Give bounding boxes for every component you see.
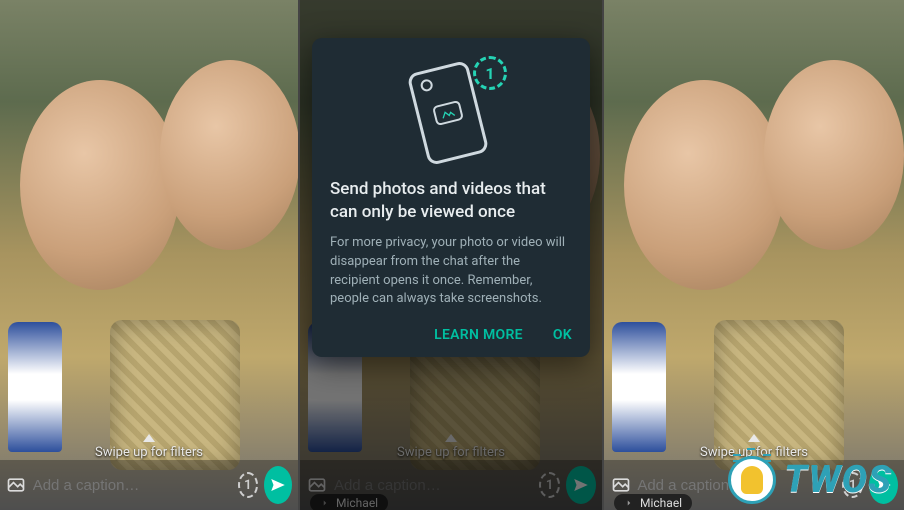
image-bubble-icon	[432, 100, 464, 126]
view-once-badge-icon: 1	[473, 56, 507, 90]
dialog-actions: LEARN MORE OK	[330, 327, 572, 343]
view-once-toggle[interactable]: 1	[238, 472, 258, 498]
swipe-up-hint: Swipe up for filters	[95, 434, 203, 460]
caption-input[interactable]	[637, 477, 836, 494]
view-once-toggle[interactable]: 1	[842, 472, 863, 498]
swipe-up-hint: Swipe up for filters	[700, 434, 808, 460]
photo-face-right	[764, 60, 904, 250]
ok-button[interactable]: OK	[553, 327, 572, 343]
photo-face-left	[624, 80, 784, 290]
dialog-title: Send photos and videos that can only be …	[330, 178, 572, 224]
screenshot-left: Swipe up for filters 1	[0, 0, 300, 510]
learn-more-button[interactable]: LEARN MORE	[434, 327, 523, 343]
view-once-dialog: 1 Send photos and videos that can only b…	[312, 38, 590, 357]
dialog-illustration: 1	[391, 56, 511, 166]
photo-drink-can	[612, 322, 666, 452]
photo-face-right	[160, 60, 300, 250]
photo-drink-can	[8, 322, 62, 452]
photo-face-left	[20, 80, 180, 290]
send-icon	[875, 476, 893, 494]
caption-bar: 1	[0, 460, 298, 510]
send-button[interactable]	[264, 466, 292, 504]
screenshot-middle: Swipe up for filters 1 Michael 1 Send ph…	[300, 0, 604, 510]
screenshot-right: Swipe up for filters 1 Michael	[604, 0, 904, 510]
send-icon	[269, 476, 287, 494]
chevron-right-icon	[624, 498, 634, 508]
send-button[interactable]	[869, 466, 898, 504]
dialog-body: For more privacy, your photo or video wi…	[330, 234, 572, 309]
recipient-pill[interactable]: Michael	[614, 494, 692, 510]
gallery-icon[interactable]	[6, 471, 27, 499]
caption-input[interactable]	[33, 477, 232, 494]
recipient-name: Michael	[640, 496, 682, 510]
